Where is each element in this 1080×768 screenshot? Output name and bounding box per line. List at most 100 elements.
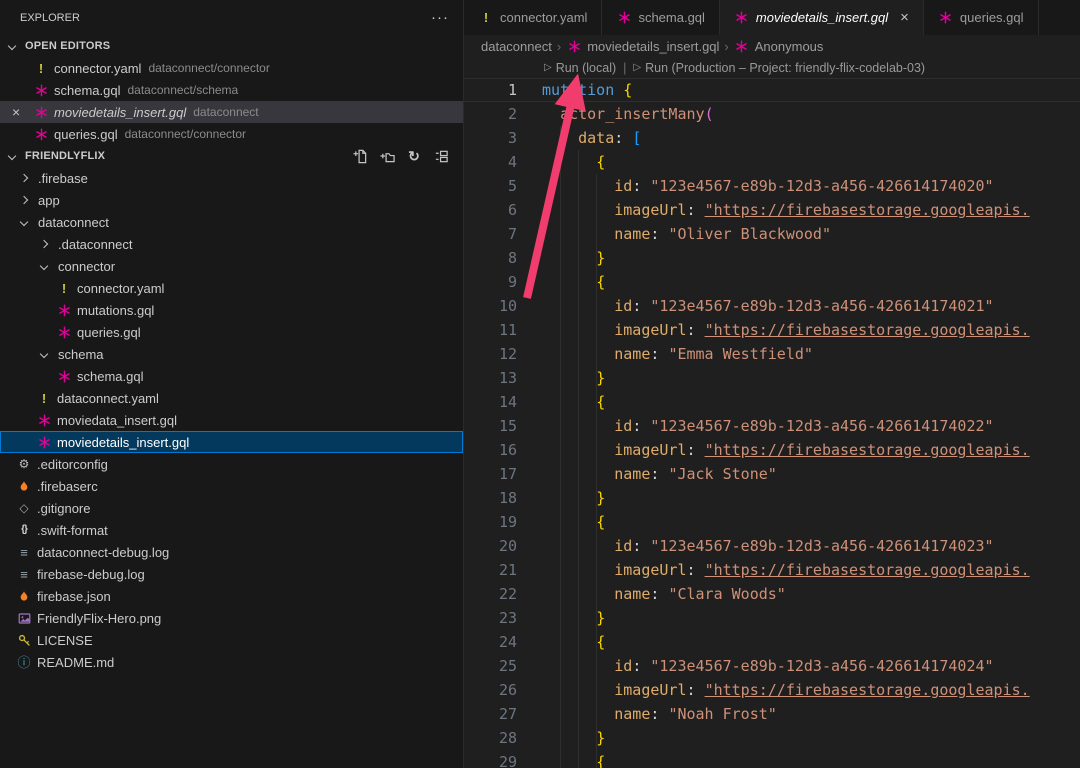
- line-content: name: "Noah Frost": [517, 702, 777, 726]
- code-line-16[interactable]: 16 imageUrl: "https://firebasestorage.go…: [464, 438, 1080, 462]
- workspace-header[interactable]: FRIENDLYFLIX ↻: [0, 145, 463, 167]
- code-line-21[interactable]: 21 imageUrl: "https://firebasestorage.go…: [464, 558, 1080, 582]
- tree-item-dataconnect-debug.log[interactable]: ≡dataconnect-debug.log: [0, 541, 463, 563]
- code-line-9[interactable]: 9 {: [464, 270, 1080, 294]
- code-line-15[interactable]: 15 id: "123e4567-e89b-12d3-a456-42661417…: [464, 414, 1080, 438]
- code-line-12[interactable]: 12 name: "Emma Westfield": [464, 342, 1080, 366]
- refresh-button[interactable]: ↻: [404, 146, 424, 166]
- tree-item-firebase-debug.log[interactable]: ≡firebase-debug.log: [0, 563, 463, 585]
- tree-item-.dataconnect[interactable]: .dataconnect: [0, 233, 463, 255]
- tree-item-.firebase[interactable]: .firebase: [0, 167, 463, 189]
- tab-connector.yaml[interactable]: !connector.yaml: [464, 0, 602, 35]
- graphql-icon: [566, 40, 582, 53]
- code-line-7[interactable]: 7 name: "Oliver Blackwood": [464, 222, 1080, 246]
- file-name: FriendlyFlix-Hero.png: [37, 611, 161, 626]
- tab-label: queries.gql: [960, 10, 1024, 25]
- tab-moviedetails_insert.gql[interactable]: moviedetails_insert.gql×: [720, 0, 924, 35]
- code-line-26[interactable]: 26 imageUrl: "https://firebasestorage.go…: [464, 678, 1080, 702]
- open-editor-connector.yaml[interactable]: !connector.yamldataconnect/connector: [0, 57, 463, 79]
- flame-icon: [16, 480, 32, 493]
- more-actions-icon[interactable]: ···: [431, 10, 449, 25]
- code-line-18[interactable]: 18 }: [464, 486, 1080, 510]
- file-name: LICENSE: [37, 633, 93, 648]
- code-line-10[interactable]: 10 id: "123e4567-e89b-12d3-a456-42661417…: [464, 294, 1080, 318]
- code-line-28[interactable]: 28 }: [464, 726, 1080, 750]
- code-line-20[interactable]: 20 id: "123e4567-e89b-12d3-a456-42661417…: [464, 534, 1080, 558]
- tree-item-schema.gql[interactable]: schema.gql: [0, 365, 463, 387]
- codelens-link-run-production[interactable]: ▷Run (Production – Project: friendly-fli…: [633, 61, 925, 75]
- line-content: {: [517, 270, 605, 294]
- tree-item-.swift-format[interactable]: {}.swift-format: [0, 519, 463, 541]
- tree-item-schema[interactable]: schema: [0, 343, 463, 365]
- close-icon[interactable]: ×: [12, 101, 20, 123]
- tab-schema.gql[interactable]: schema.gql: [602, 0, 719, 35]
- tree-item-moviedata_insert.gql[interactable]: moviedata_insert.gql: [0, 409, 463, 431]
- code-line-17[interactable]: 17 name: "Jack Stone": [464, 462, 1080, 486]
- new-file-button[interactable]: [350, 146, 370, 166]
- file-name: .editorconfig: [37, 457, 108, 472]
- code-line-19[interactable]: 19 {: [464, 510, 1080, 534]
- graphql-icon: [938, 11, 954, 24]
- code-line-27[interactable]: 27 name: "Noah Frost": [464, 702, 1080, 726]
- graphql-icon: [33, 128, 49, 141]
- code-line-6[interactable]: 6 imageUrl: "https://firebasestorage.goo…: [464, 198, 1080, 222]
- open-editor-schema.gql[interactable]: schema.gqldataconnect/schema: [0, 79, 463, 101]
- file-name: .firebaserc: [37, 479, 98, 494]
- open-editors-label: OPEN EDITORS: [25, 40, 110, 52]
- collapse-all-button[interactable]: [431, 146, 451, 166]
- tree-item-connector.yaml[interactable]: !connector.yaml: [0, 277, 463, 299]
- folder-name: dataconnect: [38, 215, 109, 230]
- code-line-29[interactable]: 29 {: [464, 750, 1080, 768]
- indent-guide: [560, 126, 561, 768]
- code-line-5[interactable]: 5 id: "123e4567-e89b-12d3-a456-426614174…: [464, 174, 1080, 198]
- close-icon[interactable]: ×: [900, 10, 909, 25]
- graphql-icon: [33, 84, 49, 97]
- tree-item-.firebaserc[interactable]: .firebaserc: [0, 475, 463, 497]
- log-icon: ≡: [16, 546, 32, 559]
- tree-item-queries.gql[interactable]: queries.gql: [0, 321, 463, 343]
- code-line-11[interactable]: 11 imageUrl: "https://firebasestorage.go…: [464, 318, 1080, 342]
- tree-item-LICENSE[interactable]: LICENSE: [0, 629, 463, 651]
- breadcrumb: dataconnect›moviedetails_insert.gql›Anon…: [464, 35, 1080, 57]
- tree-item-dataconnect[interactable]: dataconnect: [0, 211, 463, 233]
- code-line-23[interactable]: 23 }: [464, 606, 1080, 630]
- code-line-25[interactable]: 25 id: "123e4567-e89b-12d3-a456-42661417…: [464, 654, 1080, 678]
- code-line-8[interactable]: 8 }: [464, 246, 1080, 270]
- new-folder-button[interactable]: [377, 146, 397, 166]
- breadcrumb-item-Anonymous[interactable]: Anonymous: [755, 39, 824, 54]
- tree-item-mutations.gql[interactable]: mutations.gql: [0, 299, 463, 321]
- file-name: queries.gql: [54, 127, 118, 142]
- code-line-22[interactable]: 22 name: "Clara Woods": [464, 582, 1080, 606]
- code-line-14[interactable]: 14 {: [464, 390, 1080, 414]
- tab-queries.gql[interactable]: queries.gql: [924, 0, 1039, 35]
- tree-item-.editorconfig[interactable]: ⚙.editorconfig: [0, 453, 463, 475]
- open-editors-header[interactable]: OPEN EDITORS: [0, 35, 463, 57]
- code-editor[interactable]: 1mutation {2 actor_insertMany(3 data: [4…: [464, 78, 1080, 768]
- line-number: 6: [464, 198, 517, 222]
- codelens-label: Run (Production – Project: friendly-flix…: [645, 61, 925, 75]
- code-line-24[interactable]: 24 {: [464, 630, 1080, 654]
- graphql-icon: [56, 326, 72, 339]
- open-editor-moviedetails_insert.gql[interactable]: ×moviedetails_insert.gqldataconnect: [0, 101, 463, 123]
- tree-item-app[interactable]: app: [0, 189, 463, 211]
- tree-item-dataconnect.yaml[interactable]: !dataconnect.yaml: [0, 387, 463, 409]
- tree-item-moviedetails_insert.gql[interactable]: moviedetails_insert.gql: [0, 431, 463, 453]
- tree-item-FriendlyFlix-Hero.png[interactable]: FriendlyFlix-Hero.png: [0, 607, 463, 629]
- code-line-3[interactable]: 3 data: [: [464, 126, 1080, 150]
- breadcrumb-item-moviedetails_insert.gql[interactable]: moviedetails_insert.gql: [587, 39, 719, 54]
- code-line-4[interactable]: 4 {: [464, 150, 1080, 174]
- breadcrumb-item-dataconnect[interactable]: dataconnect: [481, 39, 552, 54]
- code-line-1[interactable]: 1mutation {: [464, 78, 1080, 102]
- codelens-link-run-local[interactable]: ▷Run (local): [544, 61, 616, 75]
- code-line-13[interactable]: 13 }: [464, 366, 1080, 390]
- tree-item-README.md[interactable]: ⓘREADME.md: [0, 651, 463, 673]
- tree-item-.gitignore[interactable]: ◇.gitignore: [0, 497, 463, 519]
- tree-item-firebase.json[interactable]: firebase.json: [0, 585, 463, 607]
- log-icon: ≡: [16, 568, 32, 581]
- tree-item-connector[interactable]: connector: [0, 255, 463, 277]
- line-number: 21: [464, 558, 517, 582]
- line-number: 10: [464, 294, 517, 318]
- code-line-2[interactable]: 2 actor_insertMany(: [464, 102, 1080, 126]
- image-icon: [16, 612, 32, 625]
- open-editor-queries.gql[interactable]: queries.gqldataconnect/connector: [0, 123, 463, 145]
